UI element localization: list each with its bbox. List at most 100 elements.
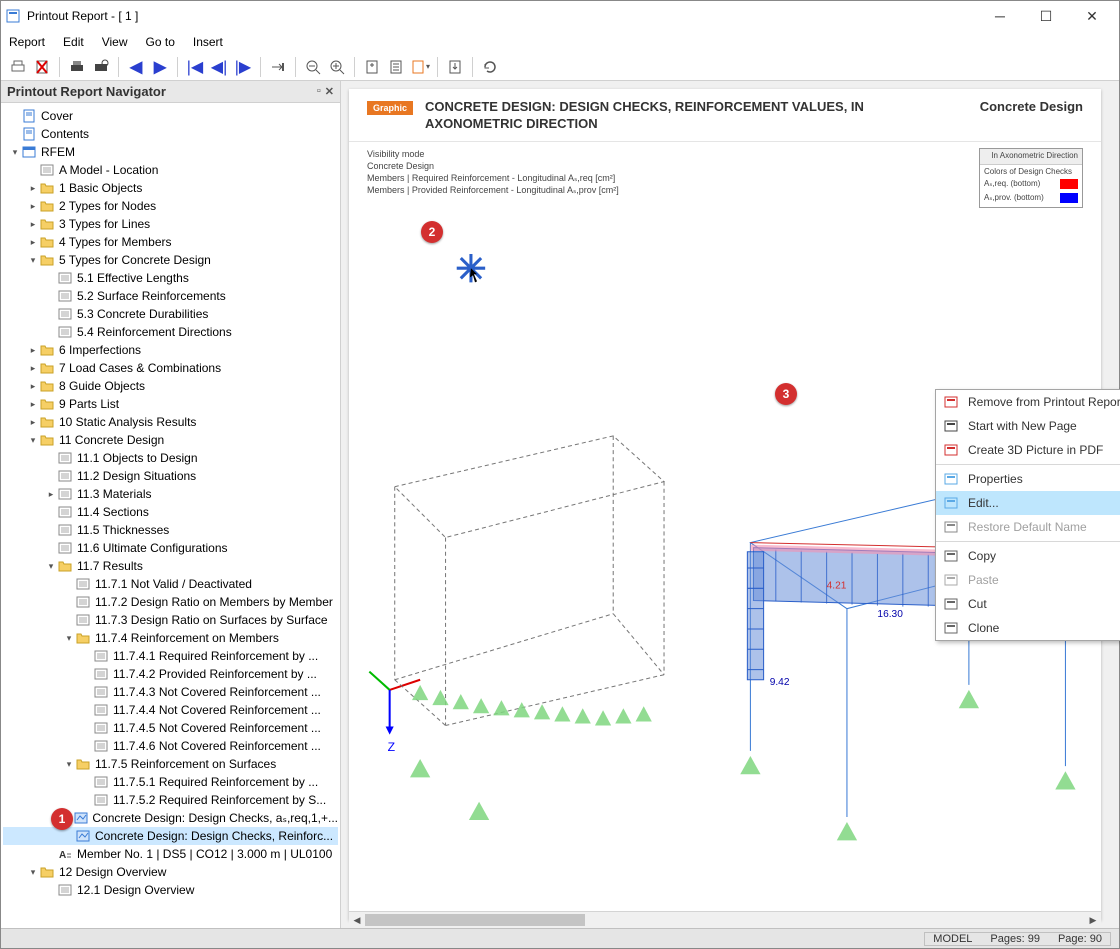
tree-item[interactable]: ▸9 Parts List xyxy=(3,395,338,413)
tree-item[interactable]: Contents xyxy=(3,125,338,143)
tree-item[interactable]: ▸10 Static Analysis Results xyxy=(3,413,338,431)
menu-view[interactable]: View xyxy=(102,35,128,49)
context-menu-item[interactable]: Start with New Page xyxy=(936,414,1120,438)
maximize-button[interactable]: ☐ xyxy=(1023,1,1069,31)
tree-item[interactable]: 11.7.4.5 Not Covered Reinforcement ... xyxy=(3,719,338,737)
scroll-thumb[interactable] xyxy=(365,914,585,926)
printer-button[interactable] xyxy=(66,56,88,78)
chevron-right-icon[interactable]: ▸ xyxy=(27,219,39,230)
tree-item[interactable]: ▸8 Guide Objects xyxy=(3,377,338,395)
tree-item[interactable]: 11.7.2 Design Ratio on Members by Member xyxy=(3,593,338,611)
chevron-down-icon[interactable]: ▾ xyxy=(27,435,39,446)
tree-item[interactable]: ▸2 Types for Nodes xyxy=(3,197,338,215)
tree-item[interactable]: 11.7.1 Not Valid / Deactivated xyxy=(3,575,338,593)
chevron-right-icon[interactable]: ▸ xyxy=(27,399,39,410)
tree-item[interactable]: AMember No. 1 | DS5 | CO12 | 3.000 m | U… xyxy=(3,845,338,863)
tree-item[interactable]: ▾11.7.4 Reinforcement on Members xyxy=(3,629,338,647)
tree-item[interactable]: 11.7.4.3 Not Covered Reinforcement ... xyxy=(3,683,338,701)
page-settings-button[interactable] xyxy=(385,56,407,78)
chevron-right-icon[interactable]: ▸ xyxy=(27,417,39,428)
tree-item[interactable]: 11.7.4.6 Not Covered Reinforcement ... xyxy=(3,737,338,755)
prev-button[interactable]: ◀ xyxy=(125,56,147,78)
zoom-out-button[interactable] xyxy=(302,56,324,78)
tree-item[interactable]: 11.4 Sections xyxy=(3,503,338,521)
tree-item[interactable]: 11.7.5.2 Required Reinforcement by S... xyxy=(3,791,338,809)
chevron-right-icon[interactable]: ▸ xyxy=(27,363,39,374)
navigator-tree[interactable]: Cover Contents▾RFEM A Model - Location▸1… xyxy=(1,103,340,928)
chevron-right-icon[interactable]: ▸ xyxy=(27,201,39,212)
chevron-right-icon[interactable]: ▸ xyxy=(45,489,57,500)
tree-item[interactable]: ▸4 Types for Members xyxy=(3,233,338,251)
context-menu[interactable]: Remove from Printout ReportStart with Ne… xyxy=(935,389,1120,641)
tree-item[interactable]: 12.1 Design Overview xyxy=(3,881,338,899)
chevron-right-icon[interactable]: ▸ xyxy=(27,381,39,392)
tree-item[interactable]: 11.7.4.2 Provided Reinforcement by ... xyxy=(3,665,338,683)
tree-item[interactable]: 5.3 Concrete Durabilities xyxy=(3,305,338,323)
navigator-pin-icon[interactable]: ▫ xyxy=(317,85,321,98)
goto-button[interactable] xyxy=(267,56,289,78)
minimize-button[interactable]: ─ xyxy=(977,1,1023,31)
tree-item[interactable]: 11.1 Objects to Design xyxy=(3,449,338,467)
tree-item[interactable]: 5.1 Effective Lengths xyxy=(3,269,338,287)
context-menu-item[interactable]: CutCtrl+X xyxy=(936,592,1120,616)
chevron-down-icon[interactable]: ▾ xyxy=(27,255,39,266)
tree-item[interactable]: A Model - Location xyxy=(3,161,338,179)
tree-item[interactable]: 5.4 Reinforcement Directions xyxy=(3,323,338,341)
menu-edit[interactable]: Edit xyxy=(63,35,84,49)
chevron-right-icon[interactable]: ▸ xyxy=(27,183,39,194)
tree-item[interactable]: 5.2 Surface Reinforcements xyxy=(3,287,338,305)
tree-item[interactable]: ▸7 Load Cases & Combinations xyxy=(3,359,338,377)
tree-item[interactable]: ▾12 Design Overview xyxy=(3,863,338,881)
navigator-close-icon[interactable]: ✕ xyxy=(325,85,334,98)
tree-item[interactable]: 11.7.4.4 Not Covered Reinforcement ... xyxy=(3,701,338,719)
chevron-down-icon[interactable]: ▾ xyxy=(9,147,21,158)
next-page-button[interactable]: |▶ xyxy=(232,56,254,78)
zoom-in-button[interactable] xyxy=(326,56,348,78)
tree-item[interactable]: 11.7.5.1 Required Reinforcement by ... xyxy=(3,773,338,791)
tree-item[interactable]: 11.2 Design Situations xyxy=(3,467,338,485)
refresh-button[interactable] xyxy=(479,56,501,78)
print-settings-button[interactable] xyxy=(90,56,112,78)
context-menu-item[interactable]: Remove from Printout Report xyxy=(936,390,1120,414)
page-options-button[interactable]: ▾ xyxy=(409,56,431,78)
page-export-button[interactable] xyxy=(444,56,466,78)
menu-report[interactable]: Report xyxy=(9,35,45,49)
horizontal-scrollbar[interactable]: ◀ ▶ xyxy=(349,911,1101,928)
tree-item[interactable]: 11.7.3 Design Ratio on Surfaces by Surfa… xyxy=(3,611,338,629)
chevron-down-icon[interactable]: ▾ xyxy=(45,561,57,572)
tree-item[interactable]: Concrete Design: Design Checks, Reinforc… xyxy=(3,827,338,845)
new-page-button[interactable] xyxy=(361,56,383,78)
tree-item[interactable]: Cover xyxy=(3,107,338,125)
context-menu-item[interactable]: Create 3D Picture in PDF xyxy=(936,438,1120,462)
tree-item[interactable]: ▸3 Types for Lines xyxy=(3,215,338,233)
tree-item[interactable]: ▾5 Types for Concrete Design xyxy=(3,251,338,269)
scroll-right-button[interactable]: ▶ xyxy=(1085,912,1101,928)
delete-button[interactable] xyxy=(31,56,53,78)
close-button[interactable]: ✕ xyxy=(1069,1,1115,31)
chevron-right-icon[interactable]: ▸ xyxy=(27,237,39,248)
print-button[interactable] xyxy=(7,56,29,78)
tree-item[interactable]: ▸11.3 Materials xyxy=(3,485,338,503)
tree-item[interactable]: ▸1 Basic Objects xyxy=(3,179,338,197)
context-menu-item[interactable]: Properties xyxy=(936,467,1120,491)
scroll-left-button[interactable]: ◀ xyxy=(349,912,365,928)
tree-item[interactable]: ▸6 Imperfections xyxy=(3,341,338,359)
tree-item[interactable]: ▾RFEM xyxy=(3,143,338,161)
tree-item[interactable]: 11.5 Thicknesses xyxy=(3,521,338,539)
chevron-down-icon[interactable]: ▾ xyxy=(27,867,39,878)
chevron-right-icon[interactable]: ▸ xyxy=(27,345,39,356)
context-menu-item[interactable]: CopyCtrl+C xyxy=(936,544,1120,568)
next-button[interactable]: ▶ xyxy=(149,56,171,78)
chevron-down-icon[interactable]: ▾ xyxy=(63,633,75,644)
tree-item[interactable]: 11.6 Ultimate Configurations xyxy=(3,539,338,557)
tree-item[interactable]: ▾11 Concrete Design xyxy=(3,431,338,449)
menu-goto[interactable]: Go to xyxy=(146,35,175,49)
context-menu-item[interactable]: Clone xyxy=(936,616,1120,640)
context-menu-item[interactable]: Edit... xyxy=(936,491,1120,515)
first-page-button[interactable]: |◀ xyxy=(184,56,206,78)
menu-insert[interactable]: Insert xyxy=(193,35,223,49)
tree-item[interactable]: ▾11.7.5 Reinforcement on Surfaces xyxy=(3,755,338,773)
prev-page-button[interactable]: ◀| xyxy=(208,56,230,78)
tree-item[interactable]: ▾11.7 Results xyxy=(3,557,338,575)
chevron-down-icon[interactable]: ▾ xyxy=(63,759,75,770)
